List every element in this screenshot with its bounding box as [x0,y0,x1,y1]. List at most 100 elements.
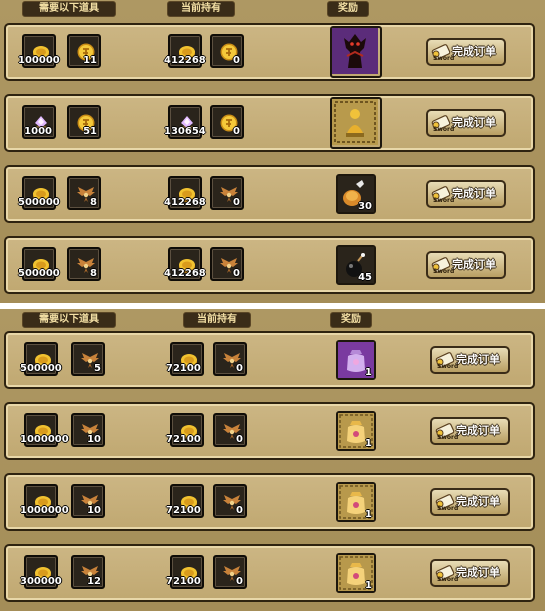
reward-slot[interactable]: 1 [336,553,376,593]
owned-item-slot[interactable]: 0 [210,34,244,68]
reward-slot[interactable]: 1 [336,340,376,380]
item-count: 130654 [164,126,206,137]
required-item-slot[interactable]: 300000 [20,555,62,589]
owned-item-slot[interactable]: 0 [210,105,244,139]
complete-order-button[interactable]: 完成订单 Sword [430,488,510,516]
owned-item-slot[interactable]: 412268 [164,176,206,210]
complete-order-button[interactable]: 完成订单 Sword [426,38,506,66]
owned-item-slot[interactable]: 0 [213,342,247,376]
button-subtext: Sword [437,576,459,583]
order-row: 300000 12 72100 0 1 完成订单 Sword [4,544,535,602]
required-item-slot[interactable]: 8 [67,247,101,281]
reward-count: 30 [358,201,372,212]
item-count: 72100 [166,434,201,445]
owned-item-slot[interactable]: 72100 [166,484,204,518]
complete-order-button[interactable]: 完成订单 Sword [430,559,510,587]
item-count: 5 [94,363,101,374]
item-count: 0 [233,55,240,66]
item-count: 0 [236,434,243,445]
owned-item-slot[interactable]: 72100 [166,555,204,589]
required-item-slot[interactable]: 8 [67,176,101,210]
button-subtext: Sword [437,434,459,441]
required-item-slot[interactable]: 51 [67,105,101,139]
header-reward: 奖励 [327,1,369,17]
required-item-slot[interactable]: 11 [67,34,101,68]
complete-order-button[interactable]: 完成订单 Sword [426,109,506,137]
reward-slot[interactable] [330,26,382,78]
reward-count: 1 [365,438,372,449]
reward-count: 1 [365,509,372,520]
order-panel-bottom: 需要以下道具 当前持有 奖励 500000 5 72100 0 1 完成订单 Sword 10… [0,309,545,611]
golden-idol-icon [332,99,378,149]
item-count: 412268 [164,55,206,66]
complete-order-button[interactable]: 完成订单 Sword [426,180,506,208]
required-item-slot[interactable]: 500000 [18,247,60,281]
item-count: 11 [83,55,97,66]
complete-order-label: 完成订单 [456,566,500,579]
order-row: 500000 8 412268 0 45 完成订单 Sword [4,236,535,294]
button-subtext: Sword [433,126,455,133]
reward-slot[interactable]: 45 [336,245,376,285]
reward-slot[interactable]: 30 [336,174,376,214]
required-item-slot[interactable]: 10 [71,484,105,518]
item-count: 1000 [24,126,52,137]
reward-count: 1 [365,580,372,591]
owned-item-slot[interactable]: 412268 [164,34,206,68]
required-item-slot[interactable]: 10 [71,413,105,447]
button-subtext: Sword [433,268,455,275]
item-count: 412268 [164,268,206,279]
owned-item-slot[interactable]: 72100 [166,342,204,376]
complete-order-label: 完成订单 [456,353,500,366]
complete-order-label: 完成订单 [452,116,496,129]
item-count: 412268 [164,197,206,208]
reward-count: 1 [365,367,372,378]
owned-item-slot[interactable]: 0 [210,176,244,210]
required-item-slot[interactable]: 100000 [18,34,60,68]
required-item-slot[interactable]: 1000000 [20,484,69,518]
owned-item-slot[interactable]: 0 [213,484,247,518]
owned-item-slot[interactable]: 0 [210,247,244,281]
item-count: 100000 [18,55,60,66]
required-item-slot[interactable]: 5 [71,342,105,376]
order-row: 100000 11 412268 0 完成订单 Sword [4,23,535,81]
button-subtext: Sword [437,505,459,512]
item-count: 300000 [20,576,62,587]
header-owned: 当前持有 [167,1,235,17]
item-count: 500000 [20,363,62,374]
owned-item-slot[interactable]: 72100 [166,413,204,447]
owned-item-slot[interactable]: 412268 [164,247,206,281]
header-required-items: 需要以下道具 [22,312,116,328]
item-count: 0 [236,576,243,587]
order-row: 500000 5 72100 0 1 完成订单 Sword [4,331,535,389]
item-count: 0 [236,505,243,516]
complete-order-label: 完成订单 [452,45,496,58]
item-count: 8 [90,268,97,279]
item-count: 10 [87,505,101,516]
item-count: 51 [83,126,97,137]
required-item-slot[interactable]: 1000000 [20,413,69,447]
complete-order-label: 完成订单 [456,424,500,437]
button-subtext: Sword [433,55,455,62]
required-item-slot[interactable]: 12 [71,555,105,589]
complete-order-label: 完成订单 [452,258,496,271]
owned-item-slot[interactable]: 0 [213,413,247,447]
reward-slot[interactable] [330,97,382,149]
reward-slot[interactable]: 1 [336,482,376,522]
item-count: 500000 [18,268,60,279]
item-count: 1000000 [20,505,69,516]
reward-slot[interactable]: 1 [336,411,376,451]
item-count: 12 [87,576,101,587]
owned-item-slot[interactable]: 0 [213,555,247,589]
complete-order-button[interactable]: 完成订单 Sword [430,417,510,445]
item-count: 0 [233,126,240,137]
owned-item-slot[interactable]: 130654 [164,105,206,139]
complete-order-button[interactable]: 完成订单 Sword [426,251,506,279]
required-item-slot[interactable]: 500000 [18,176,60,210]
demon-statue-icon [332,28,378,78]
complete-order-button[interactable]: 完成订单 Sword [430,346,510,374]
required-item-slot[interactable]: 500000 [20,342,62,376]
item-count: 0 [233,197,240,208]
order-row: 1000 51 130654 0 完成订单 Sword [4,94,535,152]
required-item-slot[interactable]: 1000 [22,105,56,139]
item-count: 72100 [166,505,201,516]
